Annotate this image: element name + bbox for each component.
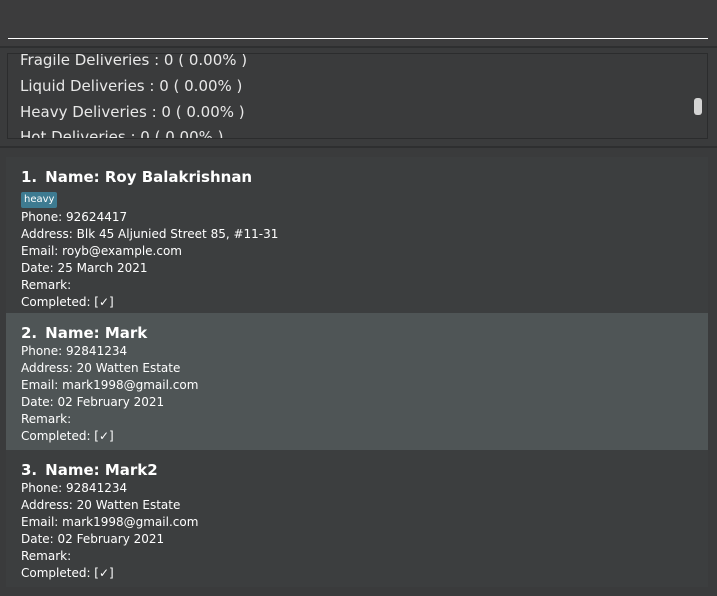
customer-name: Name: Roy Balakrishnan	[45, 168, 253, 186]
stats-line-liquid: Liquid Deliveries : 0 ( 0.00% )	[20, 77, 243, 95]
email-field: Email: mark1998@gmail.com	[21, 515, 199, 529]
divider	[0, 146, 717, 148]
delivery-card[interactable]: 1. Name: Roy Balakrishnan heavy Phone: 92…	[6, 157, 708, 313]
card-header: 2. Name: Mark	[21, 323, 708, 343]
phone-field: Phone: 92841234	[21, 344, 128, 358]
delivery-card[interactable]: 2. Name: Mark Phone: 92841234 Address: 20…	[6, 313, 708, 450]
card-header: 3. Name: Mark2	[21, 460, 708, 480]
completed-field: Completed: [✓]	[21, 429, 114, 443]
card-header: 1. Name: Roy Balakrishnan	[21, 167, 708, 187]
email-field: Email: mark1998@gmail.com	[21, 378, 199, 392]
delivery-card[interactable]: 3. Name: Mark2 Phone: 92841234 Address: 2…	[6, 450, 708, 587]
date-field: Date: 02 February 2021	[21, 395, 165, 409]
customer-name: Name: Mark	[45, 324, 148, 342]
bottom-strip	[0, 588, 717, 596]
command-input[interactable]	[8, 6, 708, 39]
divider	[0, 46, 717, 48]
stats-line-fragile: Fragile Deliveries : 0 ( 0.00% )	[20, 53, 248, 69]
statistics-display[interactable]: Fragile Deliveries : 0 ( 0.00% ) Liquid …	[7, 53, 708, 139]
card-index: 3.	[21, 461, 38, 479]
date-field: Date: 02 February 2021	[21, 532, 165, 546]
email-field: Email: royb@example.com	[21, 244, 182, 258]
phone-field: Phone: 92841234	[21, 481, 128, 495]
scrollbar-thumb[interactable]	[694, 98, 702, 115]
stats-line-heavy: Heavy Deliveries : 0 ( 0.00% )	[20, 103, 245, 121]
tag-row: heavy	[21, 187, 708, 209]
completed-field: Completed: [✓]	[21, 566, 114, 580]
command-box	[0, 0, 717, 46]
completed-field: Completed: [✓]	[21, 295, 114, 309]
customer-name: Name: Mark2	[45, 461, 158, 479]
address-field: Address: 20 Watten Estate	[21, 361, 181, 375]
card-index: 1.	[21, 168, 38, 186]
app-window: Fragile Deliveries : 0 ( 0.00% ) Liquid …	[0, 0, 717, 596]
card-index: 2.	[21, 324, 38, 342]
remark-field: Remark:	[21, 278, 72, 292]
phone-field: Phone: 92624417	[21, 210, 128, 224]
tag-badge: heavy	[21, 192, 58, 208]
address-field: Address: 20 Watten Estate	[21, 498, 181, 512]
stats-line-hot: Hot Deliveries : 0 ( 0.00% )	[20, 128, 224, 139]
delivery-list[interactable]: 1. Name: Roy Balakrishnan heavy Phone: 92…	[6, 157, 708, 587]
remark-field: Remark:	[21, 412, 72, 426]
remark-field: Remark:	[21, 549, 72, 563]
date-field: Date: 25 March 2021	[21, 261, 148, 275]
address-field: Address: Blk 45 Aljunied Street 85, #11-…	[21, 227, 279, 241]
